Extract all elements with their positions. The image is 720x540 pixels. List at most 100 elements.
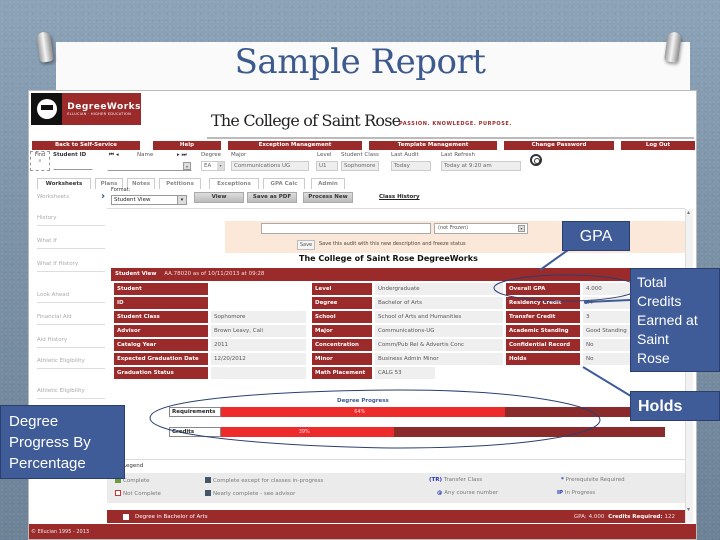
sidebar-item-athletic-eligibility[interactable]: Athletic Eligibility [37, 358, 105, 369]
level-row-label: Level [312, 283, 372, 295]
major-row-label: Major [312, 325, 372, 337]
college-tagline: PASSION. KNOWLEDGE. PURPOSE. [399, 121, 512, 127]
first-record-icon[interactable]: ⏮ ◂ [109, 152, 119, 159]
confidential-record-value: No [583, 339, 631, 351]
chevron-down-icon: ▾ [217, 162, 224, 170]
name-select[interactable]: ▾ [107, 161, 192, 171]
sidebar-item-worksheets[interactable]: Worksheets [37, 194, 105, 204]
graduation-status-label: Graduation Status [114, 367, 208, 379]
minor-value: Business Admin Minor [375, 353, 503, 365]
degree-block-label: Degree in Bachelor of Arts [135, 514, 208, 520]
audit-title: The College of Saint Rose DegreeWorks [299, 254, 478, 263]
advisor-value: Brown Leavy, Cali [211, 325, 306, 337]
school-value: School of Arts and Humanities [375, 311, 503, 323]
checkbox-icon [123, 514, 129, 520]
class-history-link[interactable]: Class History [379, 194, 420, 200]
progress-bar-requirements: Requirements 64% [169, 407, 665, 417]
id-value [211, 297, 275, 309]
catalog-year-value: 2011 [211, 339, 306, 351]
in-progress-box-icon [205, 477, 211, 483]
audit-meta: AA.78020 as of 10/11/2013 at 09:28 [164, 271, 265, 277]
tab-petitions[interactable]: Petitions [159, 178, 201, 189]
student-id-input[interactable] [53, 160, 93, 170]
log-out-button[interactable]: Log Out [621, 141, 695, 150]
college-name: The College of Saint Rose [211, 111, 401, 130]
holds-value: No [583, 353, 631, 365]
format-value: Student View [114, 197, 151, 203]
refresh-icon[interactable] [530, 154, 542, 166]
overall-gpa-label: Overall GPA [506, 283, 580, 295]
tab-admin[interactable]: Admin [311, 178, 345, 189]
progress-label: Credits [169, 427, 221, 437]
save-audit-button[interactable]: Save [297, 240, 315, 250]
help-button[interactable]: Help [153, 141, 221, 150]
last-refresh-value: Today at 9:20 am [441, 161, 521, 171]
freeze-status-select[interactable]: (not Frozen) ▾ [434, 223, 528, 234]
vertical-scrollbar[interactable] [685, 209, 693, 539]
legend-title: Legend [123, 463, 144, 469]
save-as-pdf-button[interactable]: Save as PDF [247, 192, 297, 203]
name-label: Name [137, 152, 154, 158]
last-audit-label: Last Audit [391, 152, 419, 158]
format-select[interactable]: Student View ▾ [111, 195, 187, 205]
overall-gpa-value: 4.000 [583, 283, 631, 295]
transfer-credit-value: 3 [583, 311, 631, 323]
tab-gpa-calc[interactable]: GPA Calc [263, 178, 305, 189]
major-row-value: Communications-UG [375, 325, 503, 337]
sidebar-item-financial-aid[interactable]: Financial Aid [37, 314, 105, 325]
degree-select[interactable]: EA ▾ [201, 161, 225, 171]
nearly-complete-box-icon [205, 490, 211, 496]
template-management-button[interactable]: Template Management [369, 141, 497, 150]
divider [107, 459, 685, 460]
legend-in-progress-key: IP In Progress [557, 490, 596, 496]
sidebar-item-athletic-eligibility-2[interactable]: Athletic Eligibility [37, 388, 105, 399]
math-placement-label: Math Placement [312, 367, 372, 379]
find-button[interactable]: Find ⌕ [30, 151, 50, 171]
concentration-value: Comm/Pub Rel & Advertis Conc [375, 339, 503, 351]
math-placement-value: CALG 53 [375, 367, 435, 379]
logo-name: DegreeWorks [67, 102, 141, 112]
tab-notes[interactable]: Notes [127, 178, 155, 189]
audit-description-input[interactable] [261, 223, 431, 234]
format-label: Format: [111, 187, 131, 193]
save-audit-description: Save this audit with this new descriptio… [319, 241, 466, 247]
level-row-value: Undergraduate [375, 283, 503, 295]
sidebar-item-look-ahead[interactable]: Look Ahead [37, 292, 105, 303]
sidebar-item-what-if[interactable]: What If [37, 238, 105, 249]
degree-block-header[interactable]: Degree in Bachelor of Arts GPA: 4.000 Cr… [107, 510, 685, 524]
process-new-button[interactable]: Process New [303, 192, 353, 203]
back-to-self-service-button[interactable]: Back to Self-Service [32, 141, 140, 150]
level-value: U1 [316, 161, 338, 171]
last-record-icon[interactable]: ▸ ⏭ [177, 152, 187, 159]
divider [107, 208, 685, 209]
major-label: Major [231, 152, 247, 158]
student-view-label: Student View [115, 271, 157, 277]
slide-title: Sample Report [234, 42, 486, 82]
sidebar-item-aid-history[interactable]: Aid History [37, 337, 105, 348]
student-class-value: Sophomore [341, 161, 379, 171]
total-credits-callout: Total Credits Earned at Saint Rose [630, 268, 720, 372]
student-id-label: Student ID [53, 152, 87, 158]
advisor-label: Advisor [114, 325, 208, 337]
progress-bar-credits: Credits 39% [169, 427, 665, 437]
sidebar-item-what-if-history[interactable]: What If History [37, 261, 105, 272]
expected-graduation-label: Expected Graduation Date [114, 353, 208, 365]
student-value [211, 283, 275, 295]
academic-standing-label: Academic Standing [506, 325, 580, 337]
last-audit-value: Today [391, 161, 431, 171]
tab-exceptions[interactable]: Exceptions [209, 178, 259, 189]
view-button[interactable]: View [194, 192, 244, 203]
chevron-down-icon: ▾ [177, 196, 186, 204]
legend-transfer: (TR) Transfer Class [429, 477, 483, 483]
progress-percent: 64% [354, 409, 366, 415]
exception-management-button[interactable]: Exception Management [228, 141, 362, 150]
concentration-label: Concentration [312, 339, 372, 351]
change-password-button[interactable]: Change Password [504, 141, 614, 150]
copyright: © Ellucian 1995 - 2013 [29, 523, 696, 539]
catalog-year-label: Catalog Year [114, 339, 208, 351]
progress-percent: 39% [298, 429, 310, 435]
student-class-row-value: Sophomore [211, 311, 306, 323]
student-class-label: Student Class [341, 152, 379, 158]
tab-worksheets[interactable]: Worksheets [37, 178, 91, 189]
sidebar-item-history[interactable]: History [37, 215, 105, 226]
